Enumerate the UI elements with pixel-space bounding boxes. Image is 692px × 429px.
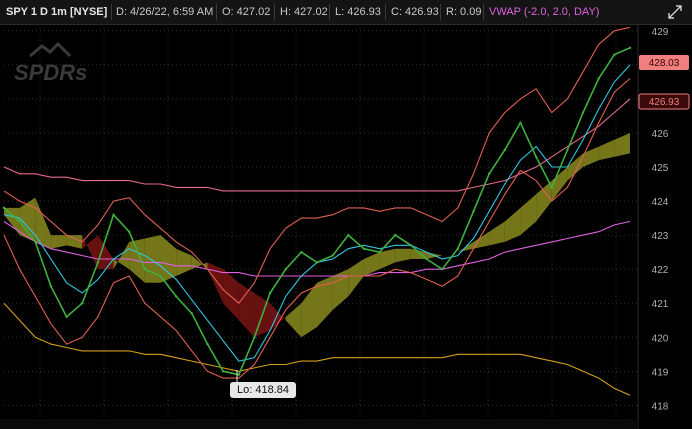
price-point-13	[206, 342, 209, 346]
low-readout: L: 426.93	[335, 6, 381, 18]
price-point-9	[143, 267, 147, 271]
price-point-26	[409, 244, 413, 247]
price-point-12	[190, 312, 193, 315]
y-tick-423: 423	[652, 231, 669, 242]
price-point-23	[362, 247, 366, 250]
y-tick-422: 422	[652, 265, 669, 276]
y-tick-420: 420	[652, 333, 669, 344]
price-point-28	[441, 267, 444, 271]
price-point-32	[503, 148, 506, 152]
chart-header: SPY 1 D 1m [NYSE] D: 4/26/22, 6:59 AM O:…	[0, 0, 692, 25]
svg-text:428.03: 428.03	[649, 58, 680, 69]
close-readout: C: 426.93	[391, 6, 439, 18]
price-point-8	[128, 230, 131, 233]
price-point-5	[81, 302, 84, 305]
date-readout: D: 4/26/22, 6:59 AM	[116, 6, 214, 18]
price-point-24	[378, 250, 381, 254]
price-label-upper: 428.03	[639, 55, 689, 70]
price-point-6	[96, 261, 100, 264]
svg-text:426.93: 426.93	[649, 97, 680, 108]
price-point-29	[456, 247, 460, 250]
price-point-20	[315, 261, 319, 264]
price-point-39	[613, 53, 616, 56]
price-point-17	[268, 291, 272, 295]
price-point-1	[18, 220, 21, 223]
price-chart[interactable]: SPDRs 4184194204214224234244254264274284…	[0, 0, 692, 429]
price-point-19	[300, 250, 303, 254]
y-tick-418: 418	[652, 401, 669, 412]
price-point-40	[628, 46, 632, 50]
vwap-study-label[interactable]: VWAP (-2.0, 2.0, DAY)	[489, 6, 599, 18]
price-point-2	[34, 240, 37, 244]
price-point-18	[284, 267, 287, 271]
low-annotation: Lo: 418.84	[230, 382, 296, 398]
price-point-25	[394, 233, 397, 237]
price-point-4	[65, 315, 68, 319]
price-point-22	[347, 233, 350, 237]
price-point-27	[425, 257, 428, 261]
price-point-11	[174, 295, 178, 298]
price-point-3	[49, 284, 53, 288]
high-readout: H: 427.02	[280, 6, 328, 18]
y-tick-426: 426	[652, 129, 669, 140]
price-point-0	[2, 206, 6, 210]
price-point-34	[534, 155, 538, 159]
price-point-36	[566, 148, 569, 152]
symbol-label[interactable]: SPY 1 D 1m [NYSE]	[6, 6, 107, 18]
price-point-15	[237, 373, 240, 376]
price-point-14	[221, 370, 225, 373]
y-tick-424: 424	[652, 197, 669, 208]
price-point-35	[550, 186, 553, 189]
y-tick-429: 429	[652, 27, 669, 38]
y-tick-425: 425	[652, 163, 669, 174]
price-point-21	[331, 254, 334, 257]
price-label-lower: 426.93	[638, 93, 690, 110]
expand-icon[interactable]	[667, 4, 683, 20]
price-point-33	[519, 121, 522, 124]
price-point-31	[487, 172, 491, 176]
y-tick-421: 421	[652, 299, 669, 310]
range-readout: R: 0.09	[446, 6, 482, 18]
price-point-10	[159, 274, 162, 278]
price-point-38	[597, 77, 600, 80]
open-readout: O: 427.02	[222, 6, 271, 18]
price-point-7	[112, 213, 115, 216]
price-point-37	[581, 111, 585, 114]
price-point-16	[253, 336, 256, 339]
spdrs-watermark: SPDRs	[14, 60, 87, 85]
y-tick-419: 419	[652, 367, 669, 378]
price-point-30	[472, 210, 475, 213]
